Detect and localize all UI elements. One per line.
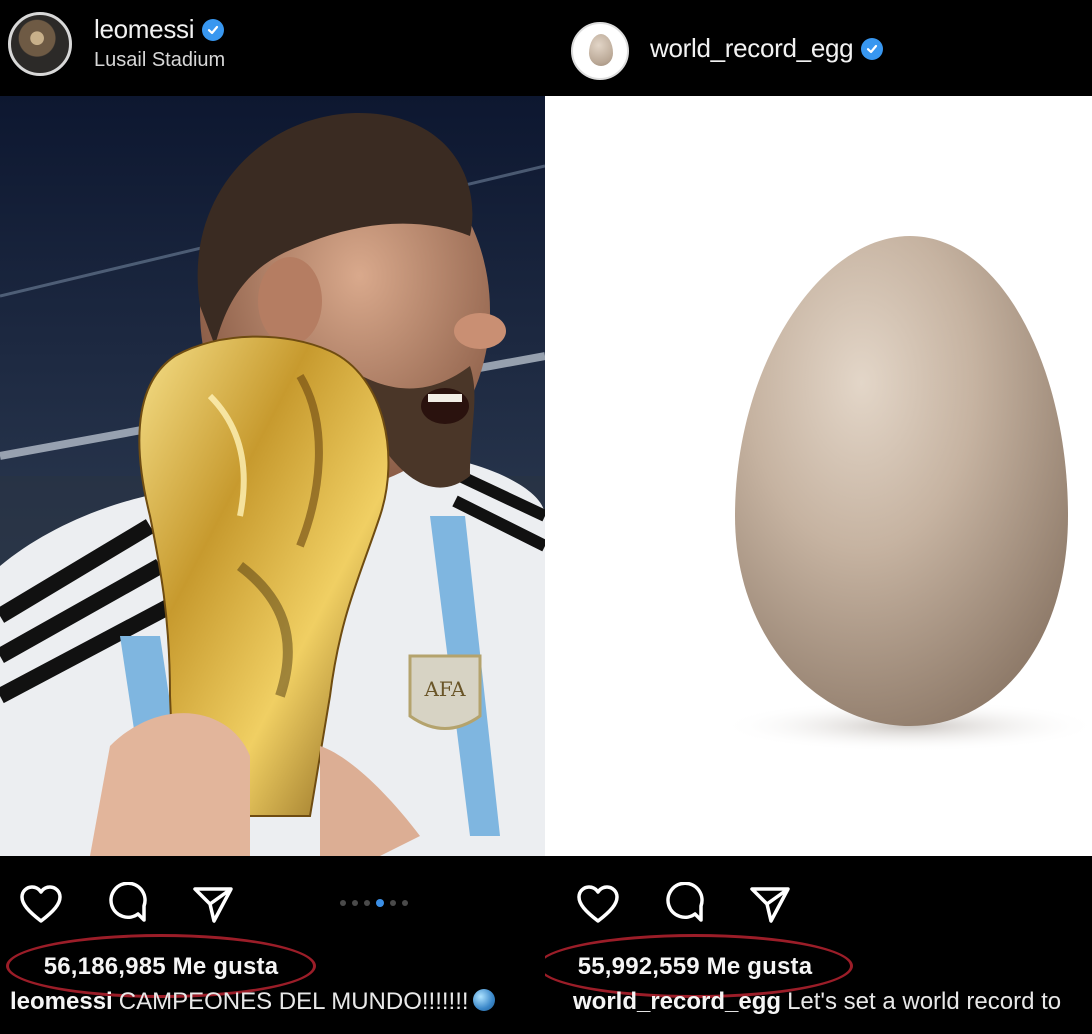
trophy-celebration-illustration: AFA xyxy=(0,96,545,856)
avatar[interactable] xyxy=(571,22,629,80)
caption: world_record_egg Let's set a world record… xyxy=(573,988,1061,1016)
verified-badge-icon xyxy=(202,18,225,41)
username-row: world_record_egg xyxy=(650,33,884,64)
post-photo[interactable] xyxy=(545,96,1092,856)
carousel-dot xyxy=(352,900,358,906)
action-bar xyxy=(545,872,1092,936)
username-row: leomessi xyxy=(94,14,225,45)
caption: leomessi CAMPEONES DEL MUNDO!!!!!!! xyxy=(10,988,495,1016)
username[interactable]: world_record_egg xyxy=(650,33,854,64)
share-icon[interactable] xyxy=(747,882,793,928)
egg-illustration xyxy=(545,96,1092,856)
globe-emoji-icon xyxy=(472,989,495,1011)
caption-text: Let's set a world record to xyxy=(787,988,1062,1015)
likes-count[interactable]: 56,186,985 Me gusta xyxy=(6,953,316,981)
carousel-dot xyxy=(340,900,346,906)
username[interactable]: leomessi xyxy=(94,14,195,45)
carousel-indicator xyxy=(340,899,408,907)
share-icon[interactable] xyxy=(190,882,236,928)
post-leomessi: leomessi Lusail Stadium AFA 56,186,985 M… xyxy=(0,0,545,1034)
avatar[interactable] xyxy=(8,12,72,76)
comment-icon[interactable] xyxy=(104,882,150,928)
location-link[interactable]: Lusail Stadium xyxy=(94,49,225,72)
post-world-record-egg: world_record_egg 55,992,559 Me gusta wor… xyxy=(545,0,1092,1034)
carousel-dot xyxy=(402,900,408,906)
svg-text:AFA: AFA xyxy=(423,677,466,701)
action-bar xyxy=(0,872,545,936)
likes-count[interactable]: 55,992,559 Me gusta xyxy=(545,953,853,981)
carousel-dot xyxy=(364,900,370,906)
carousel-dot-active xyxy=(376,899,384,907)
heart-icon[interactable] xyxy=(575,882,621,928)
caption-text: CAMPEONES DEL MUNDO!!!!!!! xyxy=(118,988,469,1015)
caption-username[interactable]: leomessi xyxy=(10,988,113,1015)
caption-username[interactable]: world_record_egg xyxy=(573,988,781,1015)
heart-icon[interactable] xyxy=(18,882,64,928)
post-header: leomessi Lusail Stadium xyxy=(0,0,545,96)
verified-badge-icon xyxy=(861,37,884,60)
comment-icon[interactable] xyxy=(661,882,707,928)
post-photo[interactable]: AFA xyxy=(0,96,545,856)
post-header: world_record_egg xyxy=(545,0,1092,96)
carousel-dot xyxy=(390,900,396,906)
